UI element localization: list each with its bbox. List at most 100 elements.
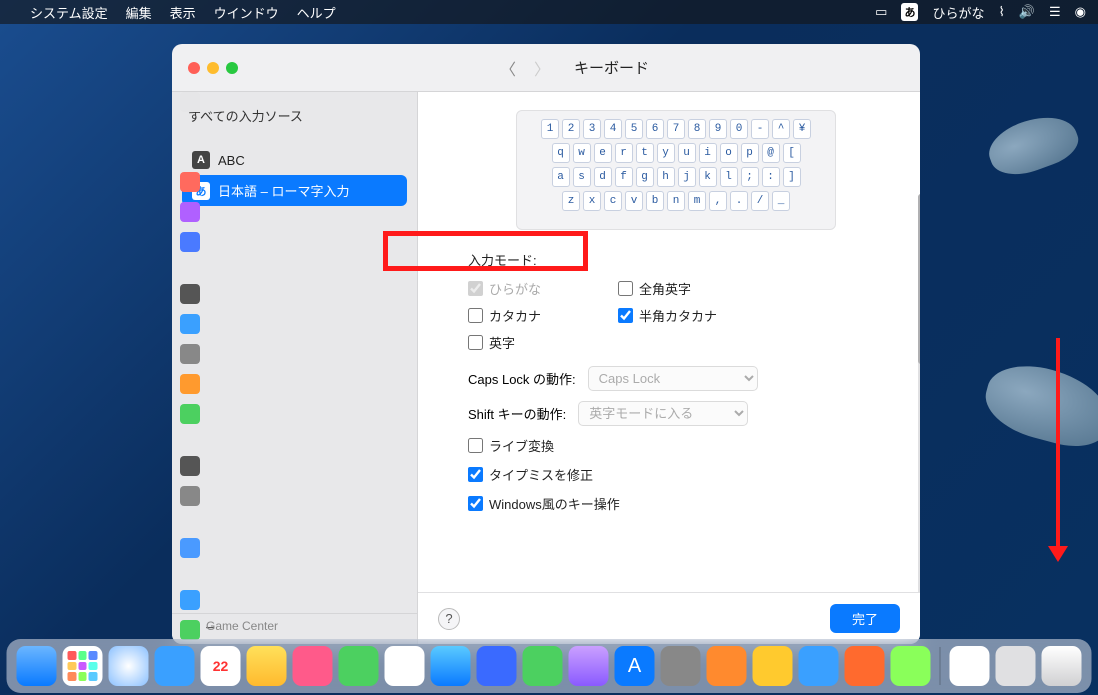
mode-checkbox-1[interactable]: 全角英字 (618, 279, 778, 298)
keyboard-key: n (667, 191, 685, 211)
wifi-icon[interactable]: ⌇ (998, 4, 1004, 20)
keyboard-key: ^ (772, 119, 790, 139)
keyboard-key: r (615, 143, 633, 163)
sidebar-title: すべての入力ソース (172, 92, 417, 139)
keyboard-key: _ (772, 191, 790, 211)
siri-icon[interactable]: ◉ (1075, 4, 1086, 20)
search-icon[interactable] (180, 92, 200, 112)
nav-back-icon[interactable]: 〈 (500, 56, 516, 80)
dock-trash-icon[interactable] (1042, 646, 1082, 686)
dock-app-icon[interactable] (845, 646, 885, 686)
keyboard-key: t (636, 143, 654, 163)
dock-podcasts-icon[interactable] (569, 646, 609, 686)
nav-forward-icon[interactable]: 〉 (534, 56, 550, 80)
dock-notes-icon[interactable] (247, 646, 287, 686)
option-checkbox-2[interactable]: Windows風のキー操作 (468, 494, 884, 513)
mode-label: 半角カタカナ (639, 306, 717, 325)
sidebar-icon[interactable] (180, 590, 200, 610)
sidebar-gamecenter-icon[interactable] (180, 620, 200, 640)
checkbox[interactable] (468, 438, 483, 453)
source-item-japanese-romaji[interactable]: あ 日本語 – ローマ字入力 (182, 175, 407, 206)
menu-view[interactable]: 表示 (170, 3, 196, 22)
dock-safari-icon[interactable] (109, 646, 149, 686)
keyboard-key: 2 (562, 119, 580, 139)
dock-app-icon[interactable] (753, 646, 793, 686)
mode-label: 英字 (489, 333, 515, 352)
checkbox[interactable] (618, 281, 633, 296)
menu-help[interactable]: ヘルプ (297, 3, 336, 22)
gamecenter-label: Game Center (206, 619, 278, 633)
source-item-abc[interactable]: A ABC (182, 145, 407, 175)
dock-settings-icon[interactable] (661, 646, 701, 686)
ime-label[interactable]: ひらがな (932, 3, 984, 22)
keyboard-key: ; (741, 167, 759, 187)
dock-appstore-icon[interactable]: A (615, 646, 655, 686)
checkbox[interactable] (618, 308, 633, 323)
sidebar-icon[interactable] (180, 404, 200, 424)
scrollbar-thumb[interactable] (918, 194, 920, 364)
option-checkbox-0[interactable]: ライブ変換 (468, 436, 884, 455)
sidebar-icon[interactable] (180, 314, 200, 334)
dock-calendar-icon[interactable]: 22 (201, 646, 241, 686)
sidebar-icon[interactable] (180, 202, 200, 222)
system-settings-window: 〈 〉 キーボード すべての入力ソース A ABC あ 日本語 – ローマ字入力… (172, 44, 920, 644)
dock-app-icon[interactable] (477, 646, 517, 686)
done-button[interactable]: 完了 (830, 604, 900, 633)
sidebar-icon[interactable] (180, 232, 200, 252)
detail-pane: 1234567890-^¥qwertyuiop@[asdfghjkl;:]zxc… (418, 92, 920, 644)
keyboard-key: f (615, 167, 633, 187)
dock-downloads-icon[interactable] (996, 646, 1036, 686)
sidebar-icon[interactable] (180, 538, 200, 558)
checkbox[interactable] (468, 335, 483, 350)
sidebar-icon[interactable] (180, 172, 200, 192)
battery-icon[interactable]: ▭ (875, 4, 887, 20)
keyboard-key: ¥ (793, 119, 811, 139)
ime-badge-icon[interactable]: あ (901, 3, 918, 21)
mode-checkbox-3[interactable]: 半角カタカナ (618, 306, 778, 325)
sidebar-icon[interactable] (180, 456, 200, 476)
menu-bar: システム設定 編集 表示 ウインドウ ヘルプ ▭ あ ひらがな ⌇ 🔊 ☰ ◉ (0, 0, 1098, 24)
dock-music-icon[interactable] (293, 646, 333, 686)
dock-app-icon[interactable] (431, 646, 471, 686)
volume-icon[interactable]: 🔊 (1019, 4, 1035, 20)
keyboard-key: i (699, 143, 717, 163)
keyboard-key: p (741, 143, 759, 163)
maximize-icon[interactable] (226, 62, 238, 74)
dock: 22 A (7, 639, 1092, 693)
capslock-select[interactable]: Caps Lock (588, 366, 758, 391)
dock-app-icon[interactable] (891, 646, 931, 686)
dock-messages-icon[interactable] (523, 646, 563, 686)
dock-stack-icon[interactable] (950, 646, 990, 686)
checkbox[interactable] (468, 308, 483, 323)
keyboard-key: u (678, 143, 696, 163)
dock-finder-icon[interactable] (17, 646, 57, 686)
dock-mail-icon[interactable] (155, 646, 195, 686)
dock-facetime-icon[interactable] (339, 646, 379, 686)
dock-reminders-icon[interactable] (385, 646, 425, 686)
dock-app-icon[interactable] (799, 646, 839, 686)
mode-checkbox-2[interactable]: カタカナ (468, 306, 598, 325)
sidebar-icon[interactable] (180, 344, 200, 364)
keyboard-key: j (678, 167, 696, 187)
dock-app-icon[interactable] (707, 646, 747, 686)
sidebar-icon[interactable] (180, 374, 200, 394)
checkbox[interactable] (468, 467, 483, 482)
checkbox[interactable] (468, 496, 483, 511)
option-checkbox-1[interactable]: タイプミスを修正 (468, 465, 884, 484)
mode-checkbox-4[interactable]: 英字 (468, 333, 598, 352)
help-button[interactable]: ? (438, 608, 460, 630)
menu-window[interactable]: ウインドウ (214, 3, 279, 22)
menu-edit[interactable]: 編集 (126, 3, 152, 22)
close-icon[interactable] (188, 62, 200, 74)
sidebar-icon[interactable] (180, 284, 200, 304)
minimize-icon[interactable] (207, 62, 219, 74)
shift-select[interactable]: 英字モードに入る (578, 401, 748, 426)
keyboard-key: s (573, 167, 591, 187)
input-mode-label: 入力モード: (468, 250, 884, 269)
sidebar-icon[interactable] (180, 486, 200, 506)
keyboard-key: v (625, 191, 643, 211)
app-name[interactable]: システム設定 (30, 3, 108, 22)
keyboard-key: y (657, 143, 675, 163)
keyboard-key: g (636, 167, 654, 187)
control-center-icon[interactable]: ☰ (1049, 4, 1061, 20)
